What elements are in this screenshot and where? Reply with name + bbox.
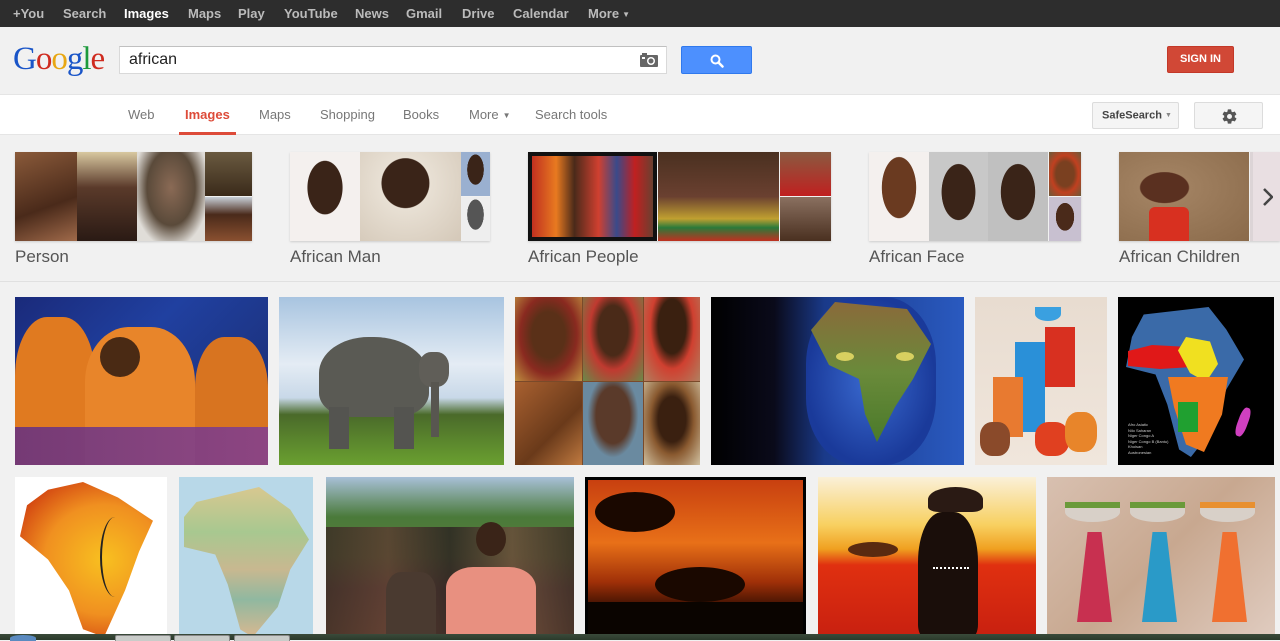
caret-down-icon: ▼: [502, 110, 511, 120]
logo-letter: G: [13, 41, 37, 77]
image-result[interactable]: Afro Asiatic Nilo Saharan Niger Congo A …: [1118, 297, 1274, 465]
related-search-african-man[interactable]: African Man: [290, 152, 490, 272]
tab-shopping[interactable]: Shopping: [320, 95, 375, 135]
thumbnail-image: [929, 152, 988, 241]
thumbnail-image: [1049, 152, 1081, 196]
thumbnail-image: [988, 152, 1048, 241]
image-result[interactable]: [15, 477, 167, 637]
related-search-label: Person: [15, 247, 69, 266]
thumbnail-image: [77, 152, 137, 241]
tab-images[interactable]: Images: [179, 95, 236, 135]
thumbnail-image: [205, 152, 252, 196]
topbar-news[interactable]: News: [355, 0, 389, 27]
tab-maps[interactable]: Maps: [259, 95, 291, 135]
topbar-more[interactable]: More ▼: [588, 0, 630, 27]
taskbar-button[interactable]: [174, 635, 230, 641]
image-result[interactable]: [975, 297, 1107, 465]
sign-in-button[interactable]: SIGN IN: [1167, 46, 1234, 73]
topbar-maps[interactable]: Maps: [188, 0, 221, 27]
topbar-drive[interactable]: Drive: [462, 0, 495, 27]
image-result[interactable]: [585, 477, 806, 637]
settings-button[interactable]: [1194, 102, 1263, 129]
image-result[interactable]: [818, 477, 1036, 637]
topbar-youtube[interactable]: YouTube: [284, 0, 338, 27]
next-related-button[interactable]: [1253, 152, 1280, 241]
image-result[interactable]: [279, 297, 504, 465]
taskbar-button[interactable]: [234, 635, 290, 641]
safesearch-dropdown[interactable]: SafeSearch ▼: [1092, 102, 1179, 129]
image-result[interactable]: [515, 297, 700, 465]
tab-more-label: More: [469, 107, 499, 122]
logo-letter: o: [35, 41, 52, 77]
tab-books[interactable]: Books: [403, 95, 439, 135]
related-thumbnails: [290, 152, 490, 241]
search-button[interactable]: [681, 46, 752, 74]
thumbnail-image: [15, 152, 77, 241]
related-thumbnails: [528, 152, 831, 241]
google-top-bar: +You Search Images Maps Play YouTube New…: [0, 0, 1280, 27]
tab-web[interactable]: Web: [128, 95, 155, 135]
image-result[interactable]: [711, 297, 964, 465]
thumbnail-image: [137, 152, 205, 241]
topbar-you[interactable]: +You: [13, 0, 44, 27]
topbar-search[interactable]: Search: [63, 0, 106, 27]
thumbnail-image: [461, 197, 490, 241]
image-result[interactable]: [179, 477, 313, 637]
thumbnail-image: [205, 197, 252, 241]
related-thumbnails: [869, 152, 1081, 241]
thumbnail-image: [290, 152, 360, 241]
tab-more[interactable]: More ▼: [469, 95, 511, 135]
start-button[interactable]: [10, 635, 36, 641]
search-input[interactable]: [120, 47, 630, 73]
search-type-tabs: Web Images Maps Shopping Books More ▼ Sea…: [0, 95, 1280, 135]
topbar-gmail[interactable]: Gmail: [406, 0, 442, 27]
camera-icon[interactable]: [640, 53, 658, 67]
logo-letter: e: [90, 41, 106, 77]
gear-icon: [1222, 109, 1237, 124]
image-result[interactable]: [15, 297, 268, 465]
related-search-african-face[interactable]: African Face: [869, 152, 1084, 272]
topbar-more-label: More: [588, 6, 620, 21]
safesearch-label: SafeSearch: [1102, 109, 1162, 122]
logo-letter: g: [66, 41, 83, 77]
thumbnail-image: [528, 152, 657, 241]
related-search-person[interactable]: Person: [15, 152, 255, 272]
related-search-label: African Man: [290, 247, 381, 266]
magnifier-icon: [710, 54, 724, 68]
map-legend: Afro Asiatic Nilo Saharan Niger Congo A …: [1128, 422, 1188, 462]
thumbnail-image: [1049, 197, 1081, 241]
search-tools-button[interactable]: Search tools: [535, 95, 607, 135]
topbar-images[interactable]: Images: [124, 0, 169, 27]
thumbnail-image: [780, 197, 831, 241]
related-search-label: African Face: [869, 247, 965, 266]
caret-down-icon: ▼: [1164, 112, 1172, 119]
thumbnail-image: [658, 152, 779, 241]
related-search-african-people[interactable]: African People: [528, 152, 833, 272]
related-search-label: African Children: [1119, 247, 1240, 266]
image-result[interactable]: [326, 477, 574, 637]
os-taskbar: [0, 634, 1280, 641]
logo-letter: o: [51, 41, 67, 77]
topbar-play[interactable]: Play: [238, 0, 265, 27]
thumbnail-image: [780, 152, 831, 196]
topbar-calendar[interactable]: Calendar: [513, 0, 569, 27]
search-header: Google SIGN IN: [0, 27, 1280, 95]
thumbnail-image: [1119, 152, 1249, 241]
google-logo[interactable]: Google: [13, 40, 106, 78]
image-result[interactable]: [1047, 477, 1275, 637]
caret-down-icon: ▼: [622, 10, 630, 20]
taskbar-button[interactable]: [115, 635, 171, 641]
legend-item: Austronesian: [1128, 449, 1152, 455]
logo-letter: l: [82, 41, 91, 77]
chevron-right-icon: [1263, 188, 1273, 206]
thumbnail-image: [461, 152, 490, 196]
search-box: [119, 46, 667, 74]
related-thumbnails: [15, 152, 252, 241]
related-search-label: African People: [528, 247, 639, 266]
thumbnail-image: [360, 152, 461, 241]
thumbnail-image: [869, 152, 929, 241]
